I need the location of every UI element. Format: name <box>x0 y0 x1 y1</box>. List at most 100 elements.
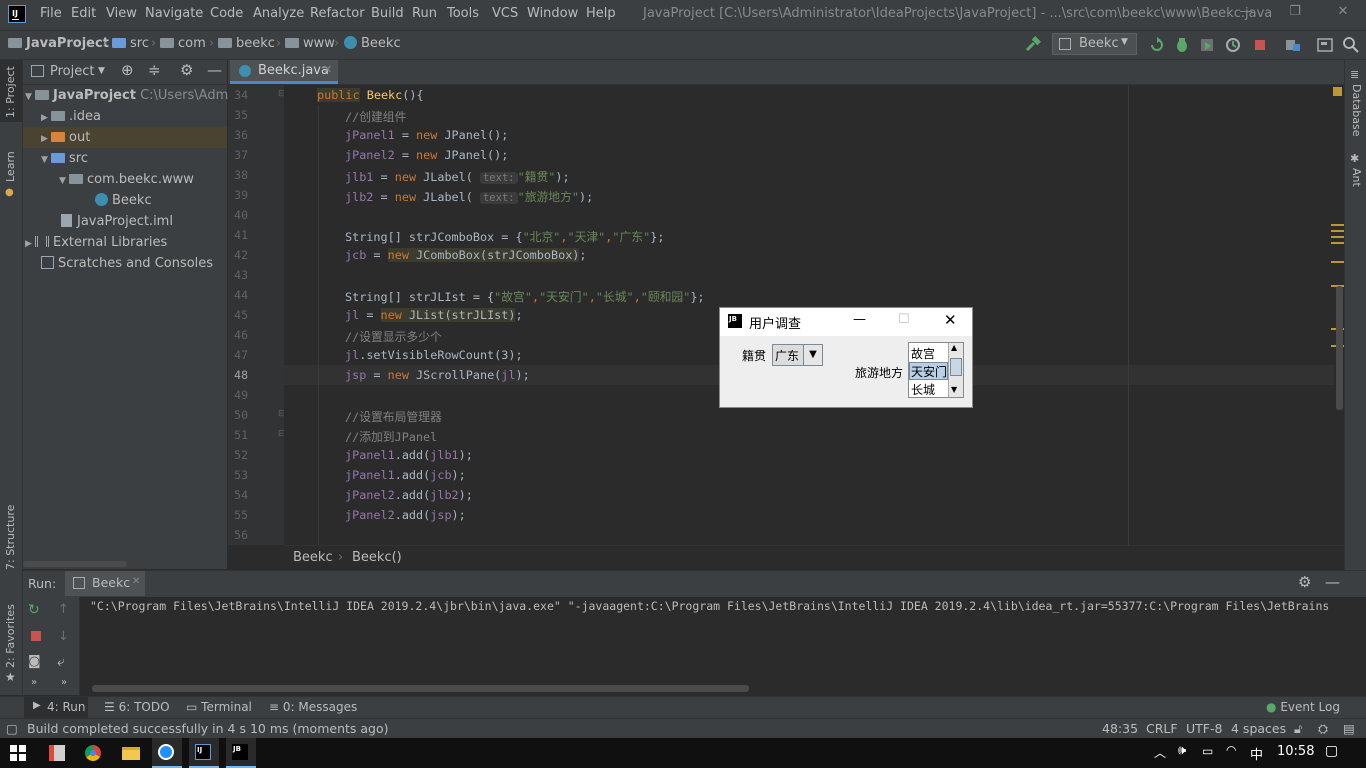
dialog-close-button[interactable]: ✕ <box>944 311 957 329</box>
run-coverage-icon[interactable] <box>1198 36 1216 54</box>
menu-navigate[interactable]: Navigate <box>145 6 203 21</box>
show-hidden-icons-icon[interactable]: ︿ <box>1154 744 1166 761</box>
tab-beekc-java[interactable]: Beekc.java ✕ <box>230 60 338 84</box>
tree-item-out[interactable]: ▶ out <box>41 127 90 148</box>
list-vscrollbar[interactable]: ▲ ▼ <box>948 343 963 397</box>
menu-code[interactable]: Code <box>210 6 243 21</box>
tool-window-todo[interactable]: ☰ 6: TODO <box>104 700 170 714</box>
list-item[interactable]: 天安门 <box>911 363 947 380</box>
locate-icon[interactable]: ⊕ <box>121 61 134 79</box>
stop-icon[interactable] <box>31 631 41 641</box>
destination-list-scrollpane[interactable]: 故宫 天安门 长城 ▲ ▼ <box>908 342 964 398</box>
lock-icon[interactable]: 🔓︎ <box>1294 721 1302 737</box>
favorites-tool-label[interactable]: 2: Favorites <box>4 604 17 668</box>
gear-icon[interactable]: ⚙ <box>180 61 193 79</box>
menu-analyze[interactable]: Analyze <box>253 6 304 21</box>
rerun-icon[interactable] <box>1148 36 1166 54</box>
notifications-icon[interactable]: ▢ <box>1325 743 1338 759</box>
combobox-arrow-button[interactable]: ▼ <box>803 345 822 365</box>
crumb-beekc-package[interactable]: beekc <box>218 36 275 51</box>
rerun-icon[interactable]: ↻ <box>28 602 40 618</box>
origin-combobox[interactable]: 广东 ▼ <box>772 344 823 366</box>
line-separator[interactable]: CRLF <box>1146 721 1178 736</box>
analysis-status-icon[interactable] <box>1333 87 1342 96</box>
layout-icon[interactable] <box>1316 36 1334 54</box>
scroll-up-arrow-icon[interactable]: ▲ <box>951 343 957 352</box>
database-tool-label[interactable]: Database <box>1350 84 1363 137</box>
clock[interactable]: 10:58 <box>1277 744 1314 759</box>
hide-panel-icon[interactable]: — <box>1325 573 1340 591</box>
tree-item-beekc[interactable]: Beekc <box>95 190 152 211</box>
ant-tool-label[interactable]: Ant <box>1350 168 1363 187</box>
memory-icon[interactable]: ▤ <box>1343 721 1355 736</box>
breadcrumb-method[interactable]: Beekc() <box>352 550 402 565</box>
menu-run[interactable]: Run <box>412 6 437 21</box>
breadcrumb-class[interactable]: Beekc <box>293 550 333 565</box>
collapse-all-icon[interactable]: ≑ <box>148 61 161 79</box>
close-tab-icon[interactable]: ✕ <box>132 576 140 587</box>
indent-setting[interactable]: 4 spaces <box>1231 721 1286 736</box>
profile-icon[interactable] <box>1224 36 1242 54</box>
menu-file[interactable]: File <box>40 6 62 21</box>
console-hscrollbar[interactable] <box>92 685 749 692</box>
more-icon[interactable]: » <box>31 677 37 688</box>
warning-mark[interactable] <box>1331 236 1344 238</box>
caret-position[interactable]: 48:35 <box>1102 721 1138 736</box>
menu-refactor[interactable]: Refactor <box>310 6 365 21</box>
hide-panel-icon[interactable]: — <box>207 61 222 79</box>
editor-vscrollbar[interactable] <box>1336 286 1343 410</box>
crumb-class[interactable]: Beekc <box>344 36 401 51</box>
close-tab-icon[interactable]: ✕ <box>323 63 332 76</box>
project-view-selector[interactable]: Project <box>50 64 94 79</box>
windows-start-icon[interactable] <box>8 741 34 765</box>
java-app-taskbar-icon[interactable]: JB <box>226 738 256 768</box>
network-icon[interactable]: ◠ <box>1226 743 1236 757</box>
minimize-button[interactable]: — <box>1235 4 1257 24</box>
file-explorer-icon[interactable] <box>118 741 144 765</box>
chevron-down-icon[interactable]: ▼ <box>98 66 105 76</box>
tree-item-scratches[interactable]: Scratches and Consoles <box>41 253 213 274</box>
warning-mark[interactable] <box>1331 230 1344 232</box>
list-item[interactable]: 故宫 <box>911 345 935 362</box>
tool-window-event-log[interactable]: ● Event Log <box>1266 700 1340 714</box>
menu-window[interactable]: Window <box>527 6 578 21</box>
more-icon[interactable]: » <box>61 677 67 688</box>
scroll-down-arrow-icon[interactable]: ▼ <box>951 385 957 394</box>
warning-mark[interactable] <box>1331 261 1344 263</box>
dialog-maximize-button[interactable]: ☐ <box>898 312 910 327</box>
menu-edit[interactable]: Edit <box>71 6 96 21</box>
gear-icon[interactable]: ⚙ <box>1298 573 1311 591</box>
structure-tool-label[interactable]: 7: Structure <box>4 505 17 570</box>
menu-help[interactable]: Help <box>586 6 616 21</box>
dialog-titlebar[interactable]: JB 用户调查 — ☐ ✕ <box>720 308 972 336</box>
inspector-icon[interactable]: ⛭ <box>1318 721 1328 737</box>
tree-item-idea[interactable]: ▶ .idea <box>41 106 101 127</box>
status-panel-icon[interactable]: ▢ <box>6 721 18 736</box>
warning-mark[interactable] <box>1331 224 1344 226</box>
tool-window-terminal[interactable]: ▭ Terminal <box>186 700 252 714</box>
warning-mark[interactable] <box>1331 242 1344 244</box>
project-tool-label[interactable]: 1: Project <box>4 66 17 118</box>
crumb-com[interactable]: com <box>160 36 206 51</box>
menu-build[interactable]: Build <box>371 6 404 21</box>
scroll-thumb[interactable] <box>950 358 962 376</box>
search-icon[interactable] <box>1342 36 1360 54</box>
crumb-project[interactable]: JavaProject <box>8 36 109 51</box>
learn-tool-label[interactable]: Learn <box>4 151 17 182</box>
crumb-src[interactable]: src <box>112 36 149 51</box>
browser-taskbar-icon[interactable] <box>152 738 182 768</box>
debug-bug-icon[interactable] <box>1173 36 1191 54</box>
maximize-button[interactable]: ❐ <box>1284 4 1306 24</box>
menu-tools[interactable]: Tools <box>447 6 479 21</box>
run-tab[interactable]: Beekc ✕ <box>65 571 145 596</box>
close-window-button[interactable]: ✕ <box>1332 4 1354 24</box>
scroll-down-icon[interactable]: ↓ <box>58 629 69 644</box>
run-config-select[interactable]: Beekc ▼ <box>1052 33 1137 55</box>
list-item[interactable]: 长城 <box>911 381 935 398</box>
chrome-icon[interactable] <box>81 741 107 765</box>
menu-view[interactable]: View <box>106 6 137 21</box>
volume-icon[interactable]: 🕪︎ <box>1178 743 1186 758</box>
stop-icon[interactable] <box>1251 36 1269 54</box>
battery-icon[interactable]: ▭ <box>1202 744 1213 758</box>
ime-indicator[interactable]: 中 <box>1250 744 1263 763</box>
